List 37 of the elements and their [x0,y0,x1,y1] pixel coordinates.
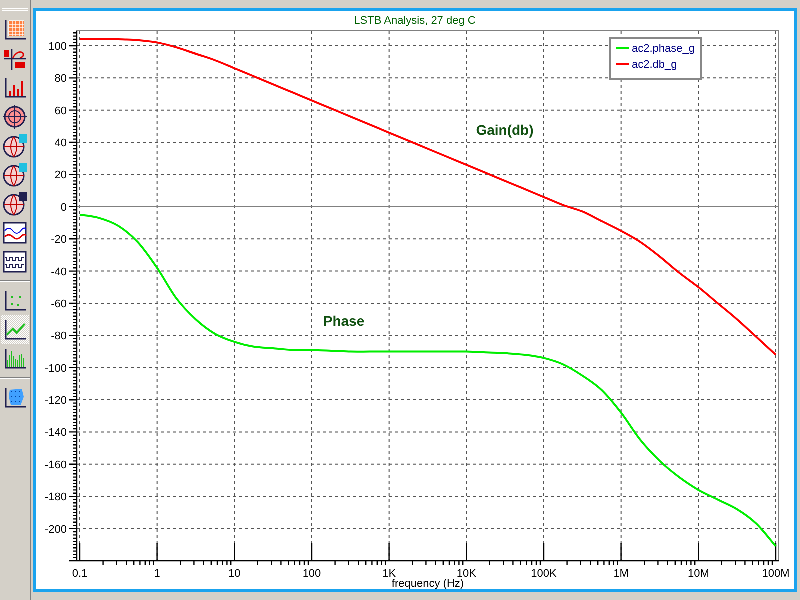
tick-label: 60 [54,105,67,118]
tick-label: 10M [688,568,710,580]
curve-label: Phase [323,313,365,329]
tick-label: 1 [154,568,160,580]
smith-z-plot-icon[interactable] [1,131,29,160]
tick-label: 40 [54,138,67,150]
tick-label: 0 [60,202,67,214]
smith-e-plot-icon[interactable] [1,189,29,218]
tick-label: -160 [44,459,67,472]
tick-label: 0.1 [72,568,88,580]
legend-label: ac2.db_g [632,59,678,71]
tick-label: 10 [228,568,241,580]
tick-label: 10K [456,568,476,580]
tick-label: -60 [51,298,67,310]
smith-y-plot-icon[interactable] [1,160,29,189]
tick-label: 1M [614,568,629,580]
axis-label: frequency (Hz) [392,578,464,589]
tick-label: -140 [44,427,67,440]
polar-plot-icon[interactable] [1,102,29,131]
chart-title: LSTB Analysis, 27 deg C [354,15,476,27]
tick-label: -20 [51,234,67,246]
tick-label: -180 [44,492,67,504]
tick-label: 1K [382,568,396,580]
tick-label: -200 [44,524,67,536]
tick-label: -120 [44,395,67,408]
curve-label: Gain(db) [476,122,534,138]
tick-label: 100 [48,40,67,53]
legend-label: ac2.phase_g [632,43,695,55]
tick-label: -100 [44,362,67,375]
tick-label: -40 [51,266,67,278]
tick-label: 100M [762,568,790,580]
tick-label: 20 [54,170,67,182]
tick-label: 80 [54,73,67,86]
line-plot-icon[interactable] [1,315,29,344]
tick-label: -80 [51,330,67,343]
tick-label: 100 [302,568,322,580]
tick-label: 100K [531,568,557,580]
